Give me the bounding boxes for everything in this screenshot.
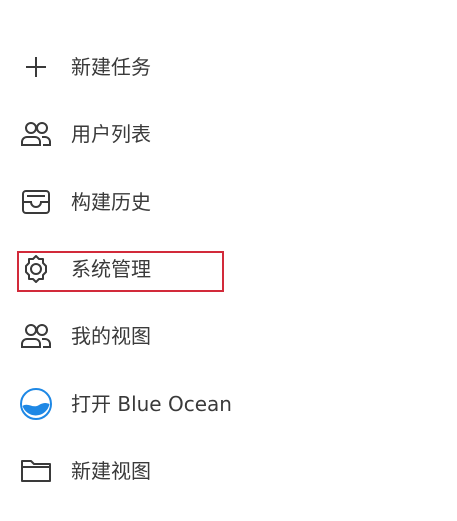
menu-item-new-task[interactable]: 新建任务 (18, 47, 151, 87)
users-icon (18, 116, 54, 152)
blue-ocean-icon (18, 386, 54, 422)
users-icon (18, 318, 54, 354)
menu-item-build-history[interactable]: 构建历史 (18, 182, 151, 222)
menu-item-system-management[interactable]: 系统管理 (18, 249, 151, 289)
menu-item-label: 系统管理 (71, 257, 151, 281)
menu-item-new-view[interactable]: 新建视图 (18, 451, 151, 491)
menu-item-label: 用户列表 (71, 122, 151, 146)
menu-item-my-views[interactable]: 我的视图 (18, 316, 151, 356)
plus-icon (18, 49, 54, 85)
folder-icon (18, 453, 54, 489)
gear-icon (18, 251, 54, 287)
menu-item-open-blue-ocean[interactable]: 打开 Blue Ocean (18, 384, 232, 424)
menu-item-label: 我的视图 (71, 324, 151, 348)
menu-item-label: 打开 Blue Ocean (71, 392, 232, 416)
menu-item-label: 新建视图 (71, 459, 151, 483)
menu-item-user-list[interactable]: 用户列表 (18, 114, 151, 154)
menu-item-label: 构建历史 (71, 190, 151, 214)
inbox-tray-icon (18, 184, 54, 220)
menu-item-label: 新建任务 (71, 55, 151, 79)
